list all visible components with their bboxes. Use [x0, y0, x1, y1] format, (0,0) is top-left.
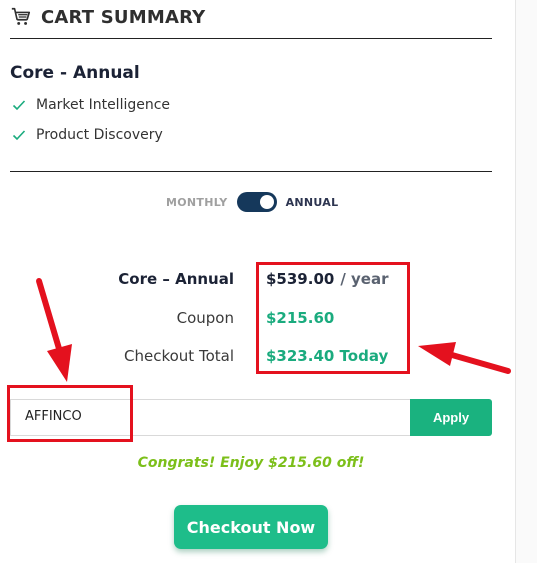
arrow-left-icon [418, 342, 511, 374]
annotation-arrows [36, 278, 511, 382]
arrow-down-icon [36, 278, 72, 382]
